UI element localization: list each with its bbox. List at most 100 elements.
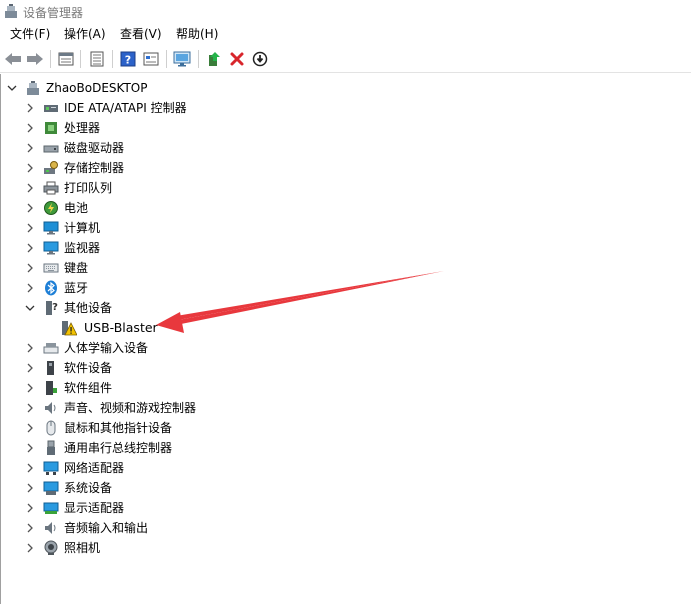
scan-hardware-button[interactable] (172, 49, 192, 69)
chevron-right-icon[interactable] (25, 123, 35, 133)
monitor-icon (43, 241, 59, 255)
properties-button[interactable] (56, 49, 76, 69)
tree-item-monitors[interactable]: 监视器 (25, 238, 225, 258)
tree-item-label: 网络适配器 (64, 461, 125, 475)
details-icon (143, 52, 159, 66)
tree-item-keyboards[interactable]: 键盘 (25, 258, 225, 278)
forward-arrow-icon (27, 53, 43, 65)
computer-monitor-icon (43, 221, 59, 235)
chevron-right-icon[interactable] (25, 423, 35, 433)
chevron-right-icon[interactable] (25, 103, 35, 113)
battery-icon (44, 201, 58, 215)
printer-icon (43, 181, 59, 195)
title-bar: 设备管理器 (0, 0, 691, 24)
system-device-icon (43, 481, 59, 495)
tree-item-computer[interactable]: 计算机 (25, 218, 225, 238)
tree-item-sound-video-game[interactable]: 声音、视频和游戏控制器 (25, 398, 265, 418)
tree-item-audio-io[interactable]: 音频输入和输出 (25, 518, 225, 538)
chevron-right-icon[interactable] (25, 503, 35, 513)
display-adapter-icon (43, 502, 59, 514)
tree-item-bluetooth[interactable]: 蓝牙 (25, 278, 225, 298)
update-driver-button[interactable] (204, 49, 224, 69)
tree-view-button[interactable] (87, 49, 107, 69)
tree-item-label: 软件组件 (64, 381, 113, 395)
tree-item-label: 鼠标和其他指针设备 (64, 421, 173, 435)
storage-controller-icon (44, 161, 58, 174)
toolbar: ? (0, 45, 691, 73)
chevron-right-icon[interactable] (25, 543, 35, 553)
tree-item-other-devices[interactable]: ? 其他设备 (25, 298, 225, 318)
back-button[interactable] (3, 49, 23, 69)
update-driver-icon (209, 52, 220, 66)
chevron-right-icon[interactable] (25, 403, 35, 413)
chevron-right-icon[interactable] (25, 483, 35, 493)
toolbar-separator (80, 50, 81, 68)
tree-item-label: 声音、视频和游戏控制器 (64, 401, 197, 415)
tree-item-label: 显示适配器 (64, 501, 125, 515)
tree-item-ide-controller[interactable]: IDE ATA/ATAPI 控制器 (25, 98, 275, 118)
disable-device-button[interactable] (250, 49, 270, 69)
forward-button[interactable] (25, 49, 45, 69)
chevron-right-icon[interactable] (25, 283, 35, 293)
menu-view[interactable]: 查看(V) (119, 26, 163, 42)
usb-connector-icon (47, 440, 55, 455)
menu-bar: 文件(F) 操作(A) 查看(V) 帮助(H) (0, 24, 691, 44)
chevron-down-icon[interactable] (25, 303, 35, 313)
tree-item-cameras[interactable]: 照相机 (25, 538, 225, 558)
tree-item-mice[interactable]: 鼠标和其他指针设备 (25, 418, 245, 438)
chevron-right-icon[interactable] (25, 523, 35, 533)
details-button[interactable] (141, 49, 161, 69)
tree-item-label: 蓝牙 (64, 281, 89, 295)
toolbar-separator (166, 50, 167, 68)
tree-item-label: USB-Blaster (84, 320, 158, 335)
tree-item-label: 键盘 (64, 261, 89, 275)
chevron-right-icon[interactable] (25, 263, 35, 273)
tree-item-label: 通用串行总线控制器 (64, 441, 173, 455)
tree-item-storage-controllers[interactable]: 存储控制器 (25, 158, 225, 178)
chevron-right-icon[interactable] (25, 243, 35, 253)
uninstall-device-button[interactable] (227, 49, 247, 69)
uninstall-x-icon (230, 52, 244, 66)
help-icon: ? (120, 51, 136, 67)
tree-item-system-devices[interactable]: 系统设备 (25, 478, 225, 498)
tree-root-node[interactable]: ZhaoBoDESKTOP (7, 78, 207, 98)
chevron-right-icon[interactable] (25, 443, 35, 453)
chevron-right-icon[interactable] (25, 163, 35, 173)
tree-item-hid[interactable]: 人体学输入设备 (25, 338, 245, 358)
chevron-right-icon[interactable] (25, 383, 35, 393)
chevron-right-icon[interactable] (25, 363, 35, 373)
tree-item-label: 照相机 (64, 541, 101, 555)
menu-help[interactable]: 帮助(H) (175, 26, 219, 42)
tree-item-software-components[interactable]: 软件组件 (25, 378, 225, 398)
menu-action[interactable]: 操作(A) (63, 26, 107, 42)
tree-item-processors[interactable]: 处理器 (25, 118, 225, 138)
network-adapter-icon (43, 461, 59, 475)
tree-item-disk-drives[interactable]: 磁盘驱动器 (25, 138, 225, 158)
help-button[interactable]: ? (118, 49, 138, 69)
tree-item-display-adapters[interactable]: 显示适配器 (25, 498, 225, 518)
tree-view-icon (90, 51, 104, 67)
tree-item-label: 其他设备 (64, 301, 113, 315)
menu-file[interactable]: 文件(F) (9, 26, 51, 42)
properties-icon (58, 52, 74, 66)
tree-item-batteries[interactable]: 电池 (25, 198, 225, 218)
tree-item-label: 监视器 (64, 241, 101, 255)
tree-item-network-adapters[interactable]: 网络适配器 (25, 458, 225, 478)
tree-item-software-devices[interactable]: 软件设备 (25, 358, 225, 378)
chevron-right-icon[interactable] (25, 223, 35, 233)
tree-item-usb-blaster[interactable]: USB-Blaster (61, 318, 261, 338)
chevron-right-icon[interactable] (25, 203, 35, 213)
device-tree: ZhaoBoDESKTOP IDE ATA/ATAPI 控制器 处理器 磁盘驱动… (0, 74, 691, 604)
chevron-right-icon[interactable] (25, 143, 35, 153)
disk-drive-icon (43, 145, 59, 153)
speaker-icon (45, 402, 56, 414)
chevron-right-icon[interactable] (25, 183, 35, 193)
chevron-down-icon[interactable] (7, 83, 17, 93)
chevron-right-icon[interactable] (25, 463, 35, 473)
tree-item-label: 计算机 (64, 221, 101, 235)
mouse-icon (46, 420, 56, 436)
tree-item-usb-controllers[interactable]: 通用串行总线控制器 (25, 438, 245, 458)
audio-speaker-icon (45, 522, 56, 534)
chevron-right-icon[interactable] (25, 343, 35, 353)
tree-item-print-queues[interactable]: 打印队列 (25, 178, 225, 198)
